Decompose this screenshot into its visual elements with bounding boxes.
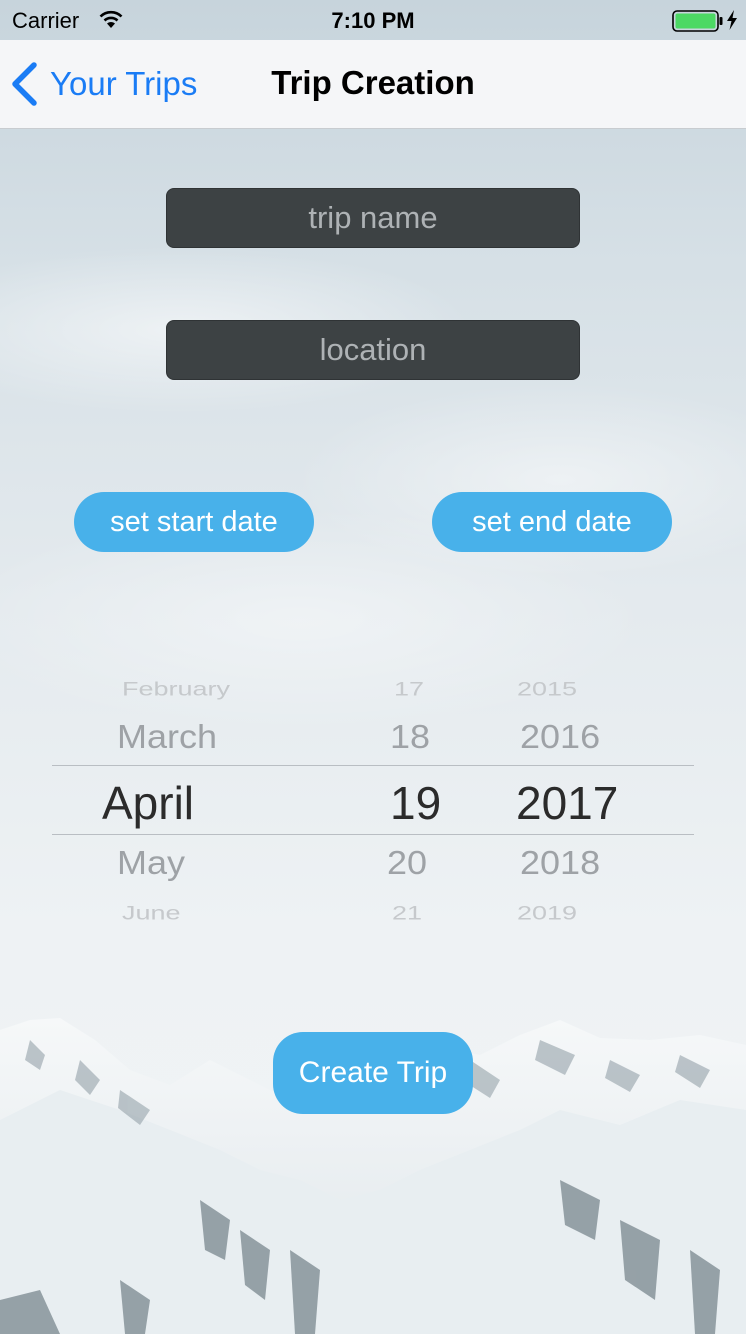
year-column[interactable]: 2015 2016 2017 2018 2019 — [514, 660, 634, 930]
picker-year-item[interactable]: 2019 — [517, 902, 577, 924]
trip-name-input[interactable] — [167, 189, 579, 247]
picker-month-item[interactable]: March — [117, 718, 217, 757]
picker-year-item[interactable]: 2015 — [517, 678, 577, 700]
day-column[interactable]: 17 18 19 20 21 — [382, 660, 462, 930]
picker-day-item[interactable]: 17 — [394, 678, 424, 700]
set-end-date-button[interactable]: set end date — [432, 492, 672, 552]
set-start-date-button[interactable]: set start date — [74, 492, 314, 552]
picker-year-selected[interactable]: 2017 — [516, 776, 618, 830]
picker-month-item[interactable]: May — [117, 844, 185, 883]
battery-charging-icon — [672, 10, 723, 32]
picker-day-item[interactable]: 20 — [387, 844, 427, 883]
picker-day-item[interactable]: 21 — [392, 902, 422, 924]
location-field-container — [166, 320, 580, 380]
charging-bolt-icon — [727, 10, 737, 30]
navigation-bar: Your Trips Trip Creation — [0, 40, 746, 129]
picker-year-item[interactable]: 2016 — [520, 718, 600, 757]
page-title: Trip Creation — [271, 64, 475, 101]
trip-name-field-container — [166, 188, 580, 248]
picker-day-item[interactable]: 18 — [390, 718, 430, 757]
date-picker[interactable]: February March April May June 17 18 19 2… — [52, 660, 694, 930]
picker-month-item[interactable]: February — [122, 678, 230, 700]
month-column[interactable]: February March April May June — [102, 660, 322, 930]
picker-month-item[interactable]: June — [122, 902, 181, 924]
create-trip-button[interactable]: Create Trip — [273, 1032, 473, 1114]
picker-month-selected[interactable]: April — [102, 776, 194, 830]
location-input[interactable] — [167, 321, 579, 379]
status-time: 7:10 PM — [331, 8, 415, 33]
picker-day-selected[interactable]: 19 — [390, 776, 441, 830]
status-bar: Carrier 7:10 PM — [0, 0, 746, 40]
picker-year-item[interactable]: 2018 — [520, 844, 600, 883]
